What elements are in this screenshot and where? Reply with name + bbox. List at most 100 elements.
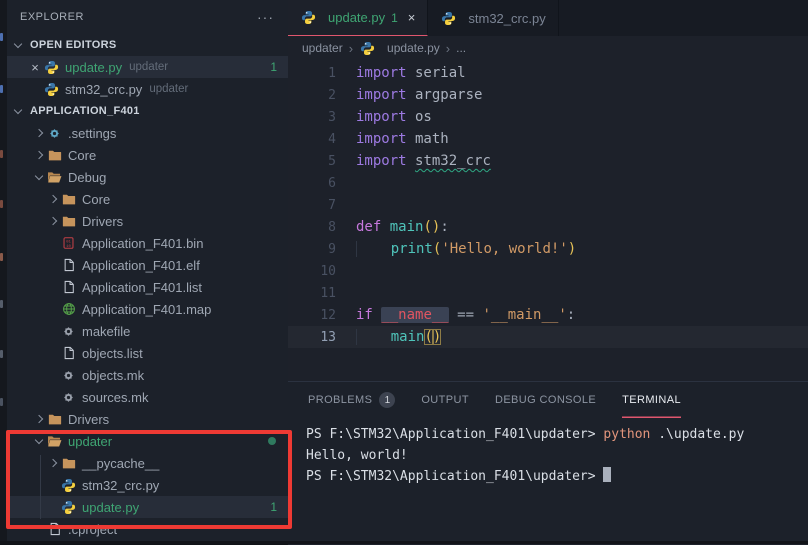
open-editor-item[interactable]: stm32_crc.py updater: [7, 78, 288, 100]
tree-indent-guide: [40, 455, 41, 519]
close-icon[interactable]: ×: [27, 60, 43, 75]
panel-tab-label: DEBUG CONSOLE: [494, 394, 597, 406]
code-line-12[interactable]: 12 if __name__ == '__main__':: [288, 304, 808, 326]
code-line-2[interactable]: 2 import argparse: [288, 84, 808, 106]
tree-item-objects-mk[interactable]: objects.mk: [7, 364, 288, 386]
tree-item-application-f401-bin[interactable]: 01 10 Application_F401.bin: [7, 232, 288, 254]
tree-item-makefile[interactable]: makefile: [7, 320, 288, 342]
chevron-right-icon[interactable]: [47, 194, 60, 204]
code-line-4[interactable]: 4 import math: [288, 128, 808, 150]
code-line-5[interactable]: 5 import stm32_crc: [288, 150, 808, 172]
problems-badge: 1: [270, 500, 277, 514]
terminal[interactable]: PS F:\STM32\Application_F401\updater> py…: [288, 418, 808, 487]
chevron-down-icon[interactable]: [33, 435, 46, 445]
file-name: sources.mk: [82, 389, 149, 405]
line-number: 9: [328, 241, 336, 257]
tree-item-debug[interactable]: Debug: [7, 166, 288, 188]
code-line-9[interactable]: 9 print('Hello, world!'): [288, 238, 808, 260]
tree-item-application-f401-elf[interactable]: Application_F401.elf: [7, 254, 288, 276]
code-view[interactable]: 1 import serial 2 import argparse 3 import os…: [288, 62, 808, 348]
file-detail: updater: [129, 61, 169, 73]
binary-icon: 01 10: [60, 235, 77, 251]
line-number: 10: [320, 263, 336, 279]
tree-item-drivers[interactable]: Drivers: [7, 210, 288, 232]
open-editors-header[interactable]: OPEN EDITORS: [7, 34, 288, 56]
line-number: 7: [328, 197, 336, 213]
folder-open-icon: [46, 169, 63, 185]
breadcrumb[interactable]: updater › update.py ›...: [288, 36, 808, 60]
file-name: Core: [68, 147, 97, 163]
tab-stm32-crc-py[interactable]: stm32_crc.py: [428, 0, 559, 36]
tree-item--cproject[interactable]: .cproject: [7, 518, 288, 540]
chevron-right-icon[interactable]: [33, 128, 46, 138]
tree-item-updater[interactable]: updater: [7, 430, 288, 452]
file-icon: [60, 257, 77, 273]
code-text: if __name__ == '__main__':: [356, 307, 576, 323]
more-actions-icon[interactable]: ···: [257, 9, 274, 25]
file-icon: [60, 279, 77, 295]
modified-dot: [268, 437, 276, 445]
line-number: 13: [320, 329, 336, 345]
file-name: Core: [82, 191, 111, 207]
code-line-11[interactable]: 11: [288, 282, 808, 304]
line-number: 6: [328, 175, 336, 191]
tree-item-core[interactable]: Core: [7, 188, 288, 210]
tree-item-drivers[interactable]: Drivers: [7, 408, 288, 430]
chevron-right-icon[interactable]: [33, 414, 46, 424]
panel-tab-debug-console[interactable]: DEBUG CONSOLE: [495, 382, 596, 418]
tree-item--settings[interactable]: .settings: [7, 122, 288, 144]
chevron-right-icon[interactable]: [47, 216, 60, 226]
chevron-glyph: [48, 194, 57, 204]
panel-tab-bar: PROBLEMS 1 OUTPUT DEBUG CONSOLE TERMINAL: [288, 382, 808, 418]
code-line-6[interactable]: 6: [288, 172, 808, 194]
close-icon[interactable]: ×: [408, 10, 416, 25]
file-icon: [46, 521, 63, 537]
code-line-1[interactable]: 1 import serial: [288, 62, 808, 84]
workspace-header[interactable]: APPLICATION_F401: [7, 100, 288, 122]
tab-label: update.py: [328, 10, 386, 25]
tree-item-core[interactable]: Core: [7, 144, 288, 166]
breadcrumb-separator-icon: ›: [445, 40, 451, 56]
line-number: 8: [328, 219, 336, 235]
tab-update-py[interactable]: update.py 1 ×: [288, 0, 429, 36]
breadcrumb-item[interactable]: updater: [302, 41, 343, 55]
code-text: def main():: [356, 219, 449, 235]
code-line-13[interactable]: 13 main(): [288, 326, 808, 348]
tree-item-objects-list[interactable]: objects.list: [7, 342, 288, 364]
tree-item--pycache-[interactable]: __pycache__: [7, 452, 288, 474]
code-line-10[interactable]: 10: [288, 260, 808, 282]
code-line-7[interactable]: 7: [288, 194, 808, 216]
chevron-glyph: [34, 435, 43, 445]
chevron-right-icon[interactable]: [47, 458, 60, 468]
file-name: Drivers: [68, 411, 110, 427]
terminal-cursor: [603, 467, 612, 482]
panel-tab-label: PROBLEMS: [308, 394, 373, 406]
tree-item-sources-mk[interactable]: sources.mk: [7, 386, 288, 408]
panel-tab-output[interactable]: OUTPUT: [421, 382, 469, 418]
chevron-glyph: [34, 414, 43, 424]
code-line-3[interactable]: 3 import os: [288, 106, 808, 128]
line-number: 1: [328, 65, 336, 81]
panel-tab-terminal[interactable]: TERMINAL: [622, 382, 681, 418]
file-name: Application_F401.map: [82, 301, 212, 317]
chevron-right-icon[interactable]: [33, 150, 46, 160]
breadcrumb-item[interactable]: update.py: [387, 41, 440, 55]
tree-item-update-py[interactable]: update.py 1: [7, 496, 288, 518]
line-number: 4: [328, 131, 336, 147]
file-tree: .settings Core Debug Core Drivers 01 10 Applica…: [7, 122, 288, 540]
chevron-down-icon[interactable]: [33, 171, 46, 181]
panel-tab-problems[interactable]: PROBLEMS 1: [308, 382, 396, 418]
tree-item-application-f401-map[interactable]: Application_F401.map: [7, 298, 288, 320]
tree-item-application-f401-list[interactable]: Application_F401.list: [7, 276, 288, 298]
breadcrumb-item[interactable]: ...: [456, 41, 466, 55]
tab-badge: 1: [391, 10, 398, 25]
tree-item-stm32-crc-py[interactable]: stm32_crc.py: [7, 474, 288, 496]
code-line-8[interactable]: 8 def main():: [288, 216, 808, 238]
folder-open-icon: [46, 433, 63, 449]
open-editor-item[interactable]: × update.py updater 1: [7, 56, 288, 78]
file-name: __pycache__: [82, 455, 160, 471]
python-icon: [60, 477, 77, 493]
chevron-glyph: [48, 216, 57, 226]
problems-badge: 1: [270, 60, 277, 74]
code-text: print('Hello, world!'): [356, 241, 576, 257]
